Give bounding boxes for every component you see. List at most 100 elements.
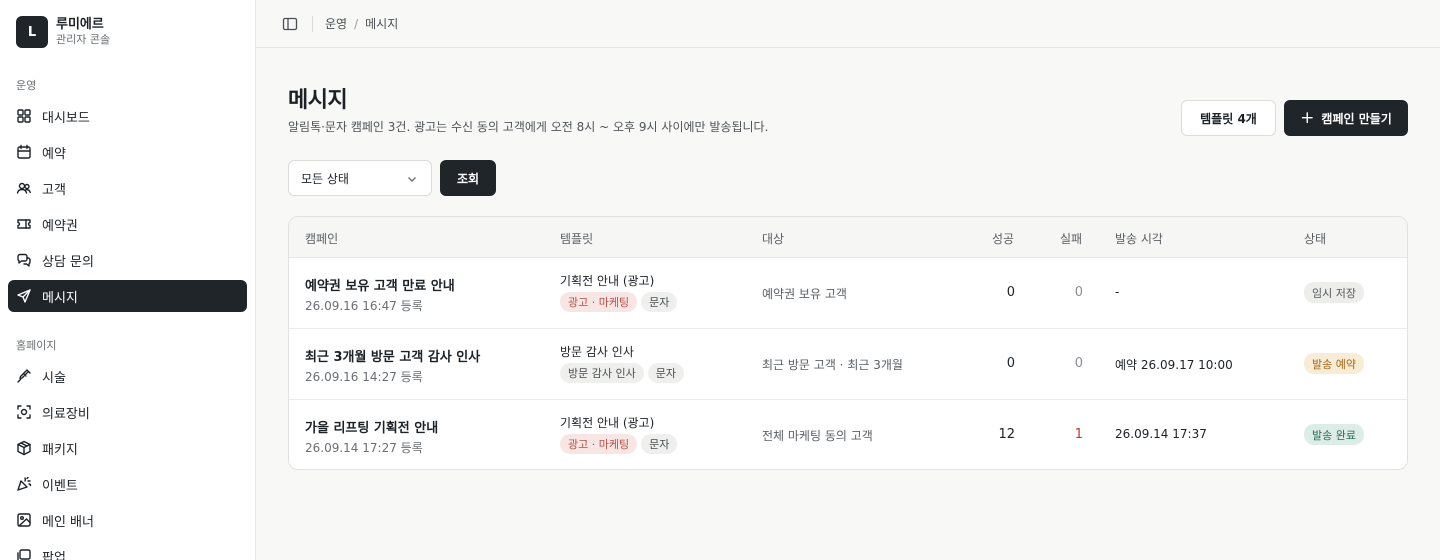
sidebar-item-label: 메인 배너	[42, 514, 94, 530]
tag-ad-marketing: 광고 · 마케팅	[560, 434, 638, 454]
users-icon	[16, 182, 31, 194]
column-header-campaign: 캠페인	[305, 232, 339, 246]
sidebar-item-label: 팝업	[42, 550, 66, 560]
templates-button[interactable]: 템플릿 4개	[1181, 100, 1276, 136]
sent-time: 예약 26.09.17 10:00	[1115, 358, 1233, 372]
sidebar-item-messages[interactable]: 메시지	[8, 280, 247, 312]
status-badge: 발송 예약	[1304, 353, 1364, 374]
campaign-name[interactable]: 가을 리프팅 기획전 안내	[305, 417, 438, 436]
campaign-table: 캠페인 템플릿 대상 성공 실패 발송 시각 상태 예약권 보유 고객 만료 안…	[288, 216, 1408, 470]
fail-count: 1	[1074, 427, 1083, 442]
image-icon	[17, 513, 31, 527]
topbar: 운영 / 메시지	[256, 0, 1440, 48]
sidebar-item-label: 시술	[42, 370, 66, 386]
sidebar-item-label: 고객	[42, 182, 66, 198]
campaign-date: 26.09.16 14:27 등록	[305, 370, 423, 384]
scan-icon	[17, 405, 31, 419]
sidebar-item-label: 메시지	[42, 290, 78, 306]
column-header-fail: 실패	[1060, 232, 1083, 246]
tag-sms: 문자	[641, 434, 678, 454]
fail-count: 0	[1074, 356, 1083, 371]
sidebar-item-packages[interactable]: 패키지	[8, 432, 247, 464]
syringe-icon	[17, 369, 31, 383]
sidebar-item-label: 이벤트	[42, 478, 78, 494]
column-header-sent-time: 발송 시각	[1115, 232, 1163, 246]
target-audience: 전체 마케팅 동의 고객	[762, 429, 873, 443]
column-header-status: 상태	[1304, 232, 1327, 246]
campaign-name[interactable]: 최근 3개월 방문 고객 감사 인사	[305, 346, 480, 365]
target-audience: 예약권 보유 고객	[762, 287, 847, 301]
sidebar-item-label: 패키지	[42, 442, 78, 458]
success-count: 0	[1006, 285, 1015, 300]
tag-visit-thanks: 방문 감사 인사	[560, 363, 644, 383]
sidebar-item-customers[interactable]: 고객	[8, 172, 247, 204]
create-campaign-label: 캠페인 만들기	[1321, 111, 1392, 126]
tag-sms: 문자	[641, 292, 678, 312]
success-count: 12	[998, 427, 1015, 442]
query-button[interactable]: 조회	[440, 160, 496, 196]
popup-icon	[17, 549, 31, 560]
table-row[interactable]: 최근 3개월 방문 고객 감사 인사 26.09.16 14:27 등록 방문 …	[289, 329, 1407, 400]
sidebar-item-main-banner[interactable]: 메인 배너	[8, 504, 247, 536]
campaign-date: 26.09.16 16:47 등록	[305, 299, 423, 313]
sidebar-item-inquiries[interactable]: 상담 문의	[8, 244, 247, 276]
sidebar-toggle-icon[interactable]	[282, 16, 298, 32]
brand-subtitle: 관리자 콘솔	[56, 33, 111, 46]
sidebar-item-popup[interactable]: 팝업	[8, 540, 247, 560]
target-audience: 최근 방문 고객 · 최근 3개월	[762, 358, 903, 372]
create-campaign-button[interactable]: + 캠페인 만들기	[1284, 100, 1408, 136]
calendar-icon	[17, 144, 31, 159]
sidebar-item-label: 의료장비	[42, 406, 90, 422]
sidebar-item-dashboard[interactable]: 대시보드	[8, 100, 247, 132]
template-name: 방문 감사 인사	[560, 345, 634, 359]
tag-sms: 문자	[647, 363, 684, 383]
breadcrumb-messages: 메시지	[365, 17, 399, 31]
status-badge: 발송 완료	[1304, 424, 1364, 445]
dashboard-icon	[17, 109, 31, 123]
column-header-success: 성공	[992, 232, 1015, 246]
chevron-down-icon	[407, 173, 417, 183]
campaign-date: 26.09.14 17:27 등록	[305, 441, 423, 455]
sidebar-item-equipment[interactable]: 의료장비	[8, 396, 247, 428]
table-header: 캠페인 템플릿 대상 성공 실패 발송 시각 상태	[289, 217, 1407, 258]
sidebar-item-label: 예약	[42, 146, 66, 162]
tag-ad-marketing: 광고 · 마케팅	[560, 292, 638, 312]
brand[interactable]: L 루미에르 관리자 콘솔	[16, 16, 110, 48]
sidebar-item-vouchers[interactable]: 예약권	[8, 208, 247, 240]
package-icon	[17, 440, 31, 456]
sidebar-item-treatments[interactable]: 시술	[8, 360, 247, 392]
chat-icon	[17, 253, 31, 267]
template-name: 기획전 안내 (광고)	[560, 416, 655, 430]
campaign-name[interactable]: 예약권 보유 고객 만료 안내	[305, 275, 455, 294]
status-filter-select[interactable]: 모든 상태	[288, 160, 432, 196]
brand-logo: L	[16, 16, 48, 48]
breadcrumb-separator: /	[354, 16, 359, 31]
ticket-icon	[17, 219, 31, 229]
column-header-template: 템플릿	[560, 232, 594, 246]
send-icon	[17, 289, 31, 303]
sent-time: -	[1115, 285, 1120, 299]
sidebar-item-label: 대시보드	[42, 110, 90, 126]
sidebar-item-label: 예약권	[42, 218, 78, 234]
nav-section-label-homepage: 홈페이지	[16, 339, 57, 352]
status-filter-value: 모든 상태	[301, 171, 349, 186]
sidebar: L 루미에르 관리자 콘솔 운영 대시보드 예약 고객 예약권 상담 문의 메시…	[0, 0, 256, 560]
page-description: 알림톡·문자 캠페인 3건. 광고는 수신 동의 고객에게 오전 8시 ~ 오후…	[288, 120, 769, 134]
sidebar-item-reservations[interactable]: 예약	[8, 136, 247, 168]
column-header-target: 대상	[762, 232, 785, 246]
brand-name: 루미에르	[56, 17, 104, 32]
party-icon	[17, 476, 32, 491]
success-count: 0	[1006, 356, 1015, 371]
sidebar-item-label: 상담 문의	[42, 254, 94, 270]
breadcrumb-operations[interactable]: 운영	[325, 15, 347, 32]
nav-section-label-operations: 운영	[16, 79, 37, 92]
divider	[312, 15, 313, 32]
plus-icon: +	[1300, 107, 1315, 128]
status-badge: 임시 저장	[1304, 282, 1364, 303]
table-row[interactable]: 가을 리프팅 기획전 안내 26.09.14 17:27 등록 기획전 안내 (…	[289, 400, 1407, 469]
sidebar-item-events[interactable]: 이벤트	[8, 468, 247, 500]
template-name: 기획전 안내 (광고)	[560, 274, 655, 288]
fail-count: 0	[1074, 285, 1083, 300]
table-row[interactable]: 예약권 보유 고객 만료 안내 26.09.16 16:47 등록 기획전 안내…	[289, 258, 1407, 329]
sent-time: 26.09.14 17:37	[1115, 427, 1207, 441]
